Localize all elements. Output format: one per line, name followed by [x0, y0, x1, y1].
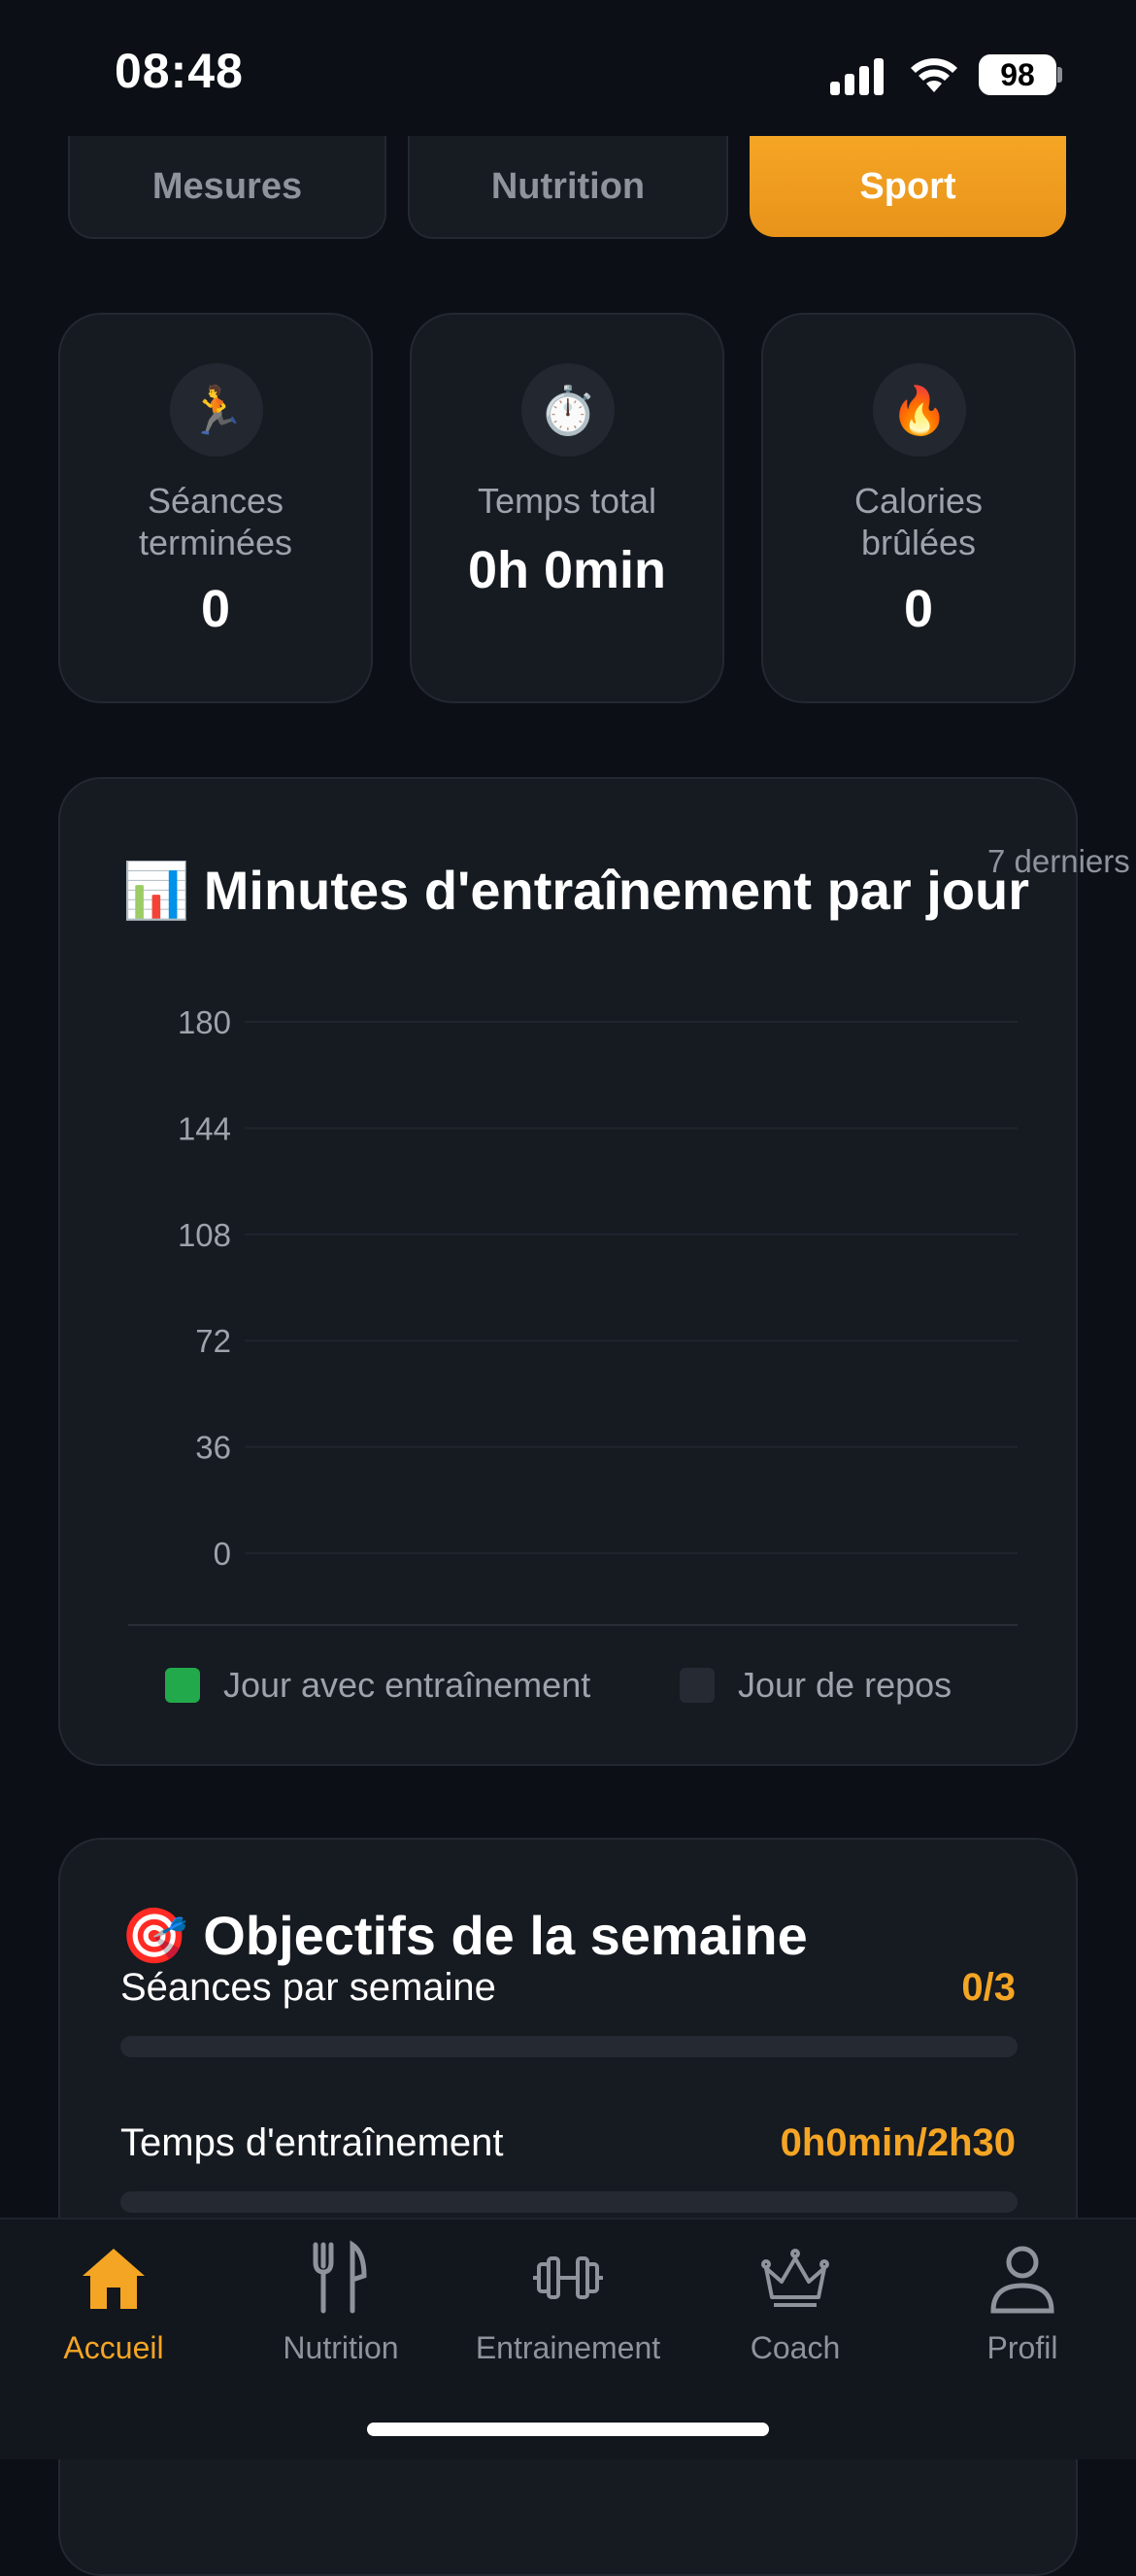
training-minutes-chart-card: 📊 Minutes d'entraînement par jour 7 derni… — [58, 777, 1130, 1766]
stat-value: 0 — [200, 580, 231, 638]
fire-icon: 🔥 — [873, 363, 966, 457]
target-icon: 🎯 — [120, 1905, 188, 1966]
fork-knife-icon — [313, 2240, 367, 2314]
nav-item-accueil[interactable]: Accueil — [0, 2239, 227, 2366]
nav-item-entrainement[interactable]: Entrainement — [454, 2239, 682, 2366]
y-tick-label: 108 — [178, 1217, 231, 1253]
tab-mesures[interactable]: Mesures — [68, 136, 386, 239]
nav-item-coach[interactable]: Coach — [682, 2239, 909, 2366]
tab-nutrition[interactable]: Nutrition — [408, 136, 728, 239]
legend-swatch-training — [165, 1668, 200, 1703]
stat-value: 0h 0min — [467, 541, 667, 599]
stat-label: Séances terminées — [138, 481, 293, 562]
home-icon — [83, 2249, 145, 2309]
signal-icon — [830, 56, 888, 95]
stat-card-sessions: 🏃 Séances terminées 0 — [58, 313, 373, 703]
stat-value: 0 — [903, 580, 934, 638]
goals-title: 🎯 Objectifs de la semaine — [120, 1905, 808, 1966]
y-tick-label: 144 — [178, 1110, 231, 1146]
dumbbell-icon — [533, 2256, 603, 2299]
nav-item-nutrition[interactable]: Nutrition — [227, 2239, 454, 2366]
goal-value-sessions: 0/3 — [961, 1966, 1016, 2009]
battery-tip — [1057, 67, 1062, 83]
training-minutes-chart: 180 144 108 72 36 0 — [128, 1004, 1018, 1626]
user-icon — [990, 2246, 1054, 2314]
goal-value-time: 0h0min/2h30 — [780, 2121, 1016, 2164]
y-tick-label: 36 — [195, 1430, 231, 1466]
legend-item-training: Jour avec entraînement — [165, 1665, 590, 1706]
runner-icon: 🏃 — [170, 363, 263, 457]
goal-label-time: Temps d'entraînement — [120, 2121, 504, 2164]
status-time: 08:48 — [115, 44, 244, 98]
wifi-icon — [911, 58, 957, 92]
y-tick-label: 180 — [178, 1004, 231, 1040]
weekly-goals-card: 🎯 Objectifs de la semaine Séances par se… — [58, 1838, 1078, 2576]
tab-sport[interactable]: Sport — [750, 136, 1066, 237]
y-tick-label: 72 — [195, 1323, 231, 1359]
y-tick-label: 0 — [214, 1536, 231, 1572]
legend-item-rest: Jour de repos — [680, 1665, 952, 1706]
goal-progress-time — [120, 2191, 1018, 2213]
stat-card-total-time: ⏱️ Temps total 0h 0min — [410, 313, 724, 703]
battery-indicator: 98 — [979, 54, 1056, 95]
crown-icon — [761, 2249, 829, 2307]
legend-swatch-rest — [680, 1668, 715, 1703]
stat-card-calories: 🔥 Calories brûlées 0 — [761, 313, 1076, 703]
goal-label-sessions: Séances par semaine — [120, 1966, 496, 2009]
stat-label: Calories brûlées — [853, 481, 984, 562]
nav-item-profil[interactable]: Profil — [909, 2239, 1136, 2366]
home-indicator[interactable] — [367, 2423, 769, 2436]
goal-progress-sessions — [120, 2036, 1018, 2057]
stopwatch-icon: ⏱️ — [521, 363, 615, 457]
stat-label: Temps total — [477, 481, 657, 521]
